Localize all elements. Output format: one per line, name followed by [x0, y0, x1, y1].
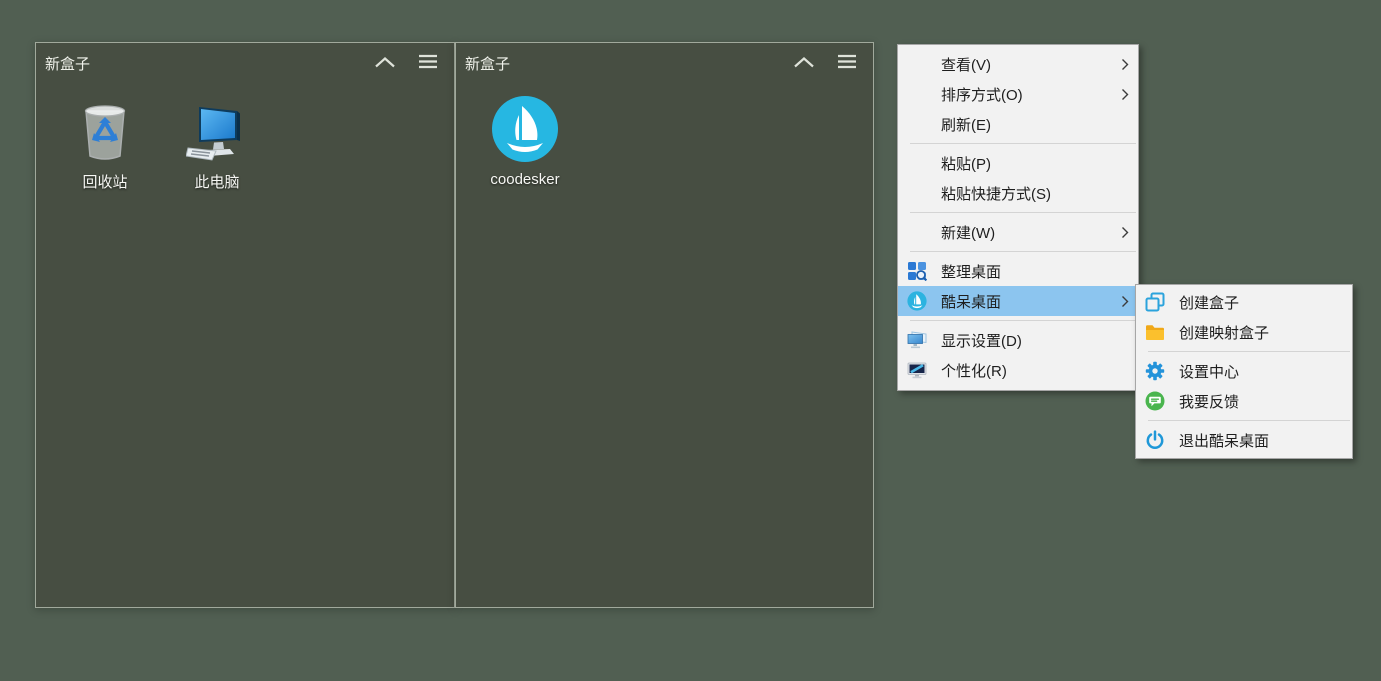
menu-separator [910, 212, 1136, 213]
coodesker-icon [907, 291, 927, 311]
coodesker-submenu: 创建盒子 创建映射盒子 [1135, 284, 1353, 459]
menu-item-label: 显示设置(D) [941, 330, 1022, 351]
mapped-folder-icon [1145, 322, 1165, 342]
menu-item-label: 个性化(R) [941, 360, 1007, 381]
feedback-icon [1145, 391, 1165, 411]
personalize-icon [907, 360, 927, 380]
menu-item-paste[interactable]: 粘贴(P) [898, 148, 1138, 178]
hamburger-icon [837, 54, 857, 73]
icon-label: 此电脑 [194, 171, 239, 192]
menu-item-label: 查看(V) [941, 54, 991, 75]
menu-item-refresh[interactable]: 刷新(E) [898, 109, 1138, 139]
box-body: coodesker [456, 83, 873, 188]
menu-item-label: 创建盒子 [1179, 292, 1239, 313]
submenu-arrow-icon [1121, 295, 1129, 308]
menu-item-label: 新建(W) [941, 222, 995, 243]
desktop-context-menu: 查看(V) 排序方式(O) 刷新(E) 粘贴(P) 粘贴快捷方式(S) 新建(W… [897, 44, 1139, 391]
chevron-up-icon [374, 55, 396, 72]
desktop-box-left: 新盒子 [35, 42, 455, 608]
menu-item-label: 退出酷呆桌面 [1179, 430, 1269, 451]
chevron-up-icon [793, 55, 815, 72]
menu-item-label: 粘贴(P) [941, 153, 991, 174]
recycle-bin-icon [77, 95, 133, 163]
box-title: 新盒子 [45, 53, 90, 74]
desktop-icon-recycle-bin[interactable]: 回收站 [49, 95, 161, 192]
this-pc-icon [186, 95, 248, 163]
box-header: 新盒子 [36, 43, 454, 83]
submenu-item-settings-center[interactable]: 设置中心 [1136, 356, 1352, 386]
menu-item-paste-shortcut[interactable]: 粘贴快捷方式(S) [898, 178, 1138, 208]
menu-item-display-settings[interactable]: 显示设置(D) [898, 325, 1138, 355]
menu-item-label: 酷呆桌面 [941, 291, 1001, 312]
icon-label: coodesker [490, 171, 559, 188]
menu-icon-slot [907, 84, 927, 104]
submenu-item-create-mapped-box[interactable]: 创建映射盒子 [1136, 317, 1352, 347]
menu-item-label: 我要反馈 [1179, 391, 1239, 412]
menu-item-label: 创建映射盒子 [1179, 322, 1269, 343]
submenu-item-feedback[interactable]: 我要反馈 [1136, 386, 1352, 416]
menu-separator [910, 143, 1136, 144]
desktop-box-right: 新盒子 coodesk [455, 42, 874, 608]
menu-separator [1148, 351, 1350, 352]
hamburger-icon [418, 54, 438, 73]
box-header: 新盒子 [456, 43, 873, 83]
collapse-button[interactable] [793, 55, 815, 72]
menu-icon-slot [907, 114, 927, 134]
menu-icon-slot [907, 54, 927, 74]
menu-item-label: 刷新(E) [941, 114, 991, 135]
box-body: 回收站 [36, 83, 454, 192]
submenu-arrow-icon [1121, 226, 1129, 239]
menu-separator [1148, 420, 1350, 421]
submenu-arrow-icon [1121, 58, 1129, 71]
icon-label: 回收站 [82, 171, 127, 192]
desktop-icon-this-pc[interactable]: 此电脑 [161, 95, 273, 192]
menu-item-new[interactable]: 新建(W) [898, 217, 1138, 247]
menu-item-organize-desktop[interactable]: 整理桌面 [898, 256, 1138, 286]
menu-item-label: 排序方式(O) [941, 84, 1023, 105]
menu-icon-slot [907, 222, 927, 242]
organize-desktop-icon [907, 261, 927, 281]
submenu-arrow-icon [1121, 88, 1129, 101]
settings-gear-icon [1145, 361, 1165, 381]
box-menu-button[interactable] [837, 54, 857, 73]
menu-icon-slot [907, 183, 927, 203]
menu-item-coodesker[interactable]: 酷呆桌面 [898, 286, 1138, 316]
menu-separator [910, 251, 1136, 252]
create-box-icon [1145, 292, 1165, 312]
menu-item-label: 整理桌面 [941, 261, 1001, 282]
box-menu-button[interactable] [418, 54, 438, 73]
menu-item-label: 设置中心 [1179, 361, 1239, 382]
menu-item-personalize[interactable]: 个性化(R) [898, 355, 1138, 385]
display-settings-icon [907, 330, 927, 350]
collapse-button[interactable] [374, 55, 396, 72]
box-title: 新盒子 [465, 53, 510, 74]
desktop-icon-coodesker[interactable]: coodesker [469, 95, 581, 188]
menu-separator [910, 320, 1136, 321]
power-icon [1145, 430, 1165, 450]
menu-item-label: 粘贴快捷方式(S) [941, 183, 1051, 204]
submenu-item-exit-coodesker[interactable]: 退出酷呆桌面 [1136, 425, 1352, 455]
menu-item-sort-by[interactable]: 排序方式(O) [898, 79, 1138, 109]
menu-item-view[interactable]: 查看(V) [898, 49, 1138, 79]
coodesker-icon [491, 95, 559, 163]
menu-icon-slot [907, 153, 927, 173]
submenu-item-create-box[interactable]: 创建盒子 [1136, 287, 1352, 317]
